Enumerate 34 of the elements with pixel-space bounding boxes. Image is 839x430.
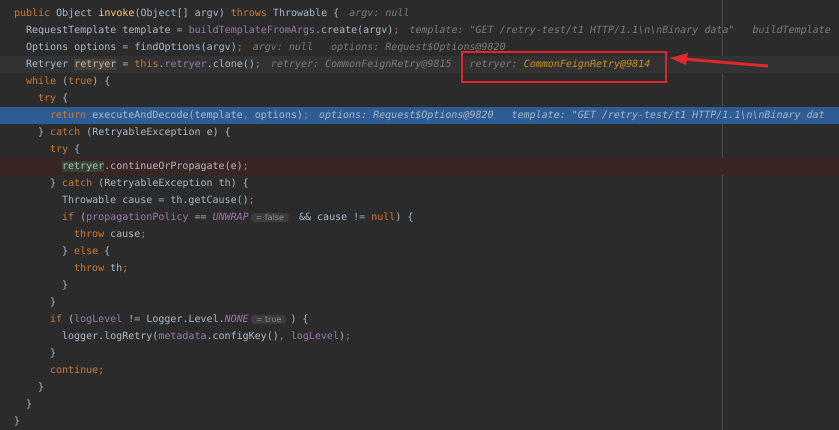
- debug-value-hint: argv: null: [349, 8, 410, 19]
- code-line: while (true) {: [26, 76, 110, 87]
- debug-value-hint: argv: null: [252, 42, 313, 53]
- code-line: public Object invoke(Object[] argv) throws Throwable {: [14, 8, 340, 19]
- debug-value-hint: buildTemplate: [752, 25, 831, 36]
- code-line: } else {: [62, 246, 110, 257]
- code-line: continue;: [50, 365, 104, 376]
- code-line: Throwable cause = th.getCause();: [62, 195, 255, 206]
- debug-value-hint: template: "GET /retry-test/t1 HTTP/1.1\n\nBinary dat: [512, 110, 825, 121]
- code-line: return executeAndDecode(template, options);: [50, 110, 309, 121]
- code-line: }: [26, 399, 32, 410]
- debug-value-hint: options: Request$Options@9820: [330, 42, 506, 53]
- code-line: } catch (RetryableException th) {: [50, 178, 249, 189]
- code-line: throw th;: [74, 263, 128, 274]
- code-line: try {: [38, 93, 68, 104]
- code-line: }: [38, 382, 44, 393]
- code-line: try {: [50, 144, 80, 155]
- code-line: if (logLevel != Logger.Level.NONE = true ) {: [50, 314, 308, 325]
- debug-value-hint: retryer: CommonFeignRetry@9815: [270, 59, 452, 70]
- code-line: }: [62, 280, 68, 291]
- code-line: if (propagationPolicy == UNWRAP = false && cause != null) {: [62, 212, 414, 223]
- code-line: }: [50, 348, 56, 359]
- code-line: }: [50, 297, 56, 308]
- code-line: } catch (RetryableException e) {: [38, 127, 231, 138]
- debug-value-hint: options: Request$Options@9820: [318, 110, 494, 121]
- code-line: logger.logRetry(metadata.configKey(), logLevel);: [62, 331, 352, 342]
- debug-value-hint: retryer: CommonFeignRetry@9814: [470, 59, 650, 70]
- code-line: retryer.continueOrPropagate(e);: [62, 161, 249, 172]
- debug-value-hint: template: "GET /retry-test/t1 HTTP/1.1\n\nBinary data": [409, 25, 734, 36]
- code-line: Options options = findOptions(argv);: [26, 42, 243, 53]
- code-line: RequestTemplate template = buildTemplateFromArgs.create(argv);: [26, 25, 400, 36]
- code-line: Retryer retryer = this.retryer.clone();: [26, 59, 261, 70]
- code-line: }: [14, 416, 20, 427]
- code-line: throw cause;: [74, 229, 146, 240]
